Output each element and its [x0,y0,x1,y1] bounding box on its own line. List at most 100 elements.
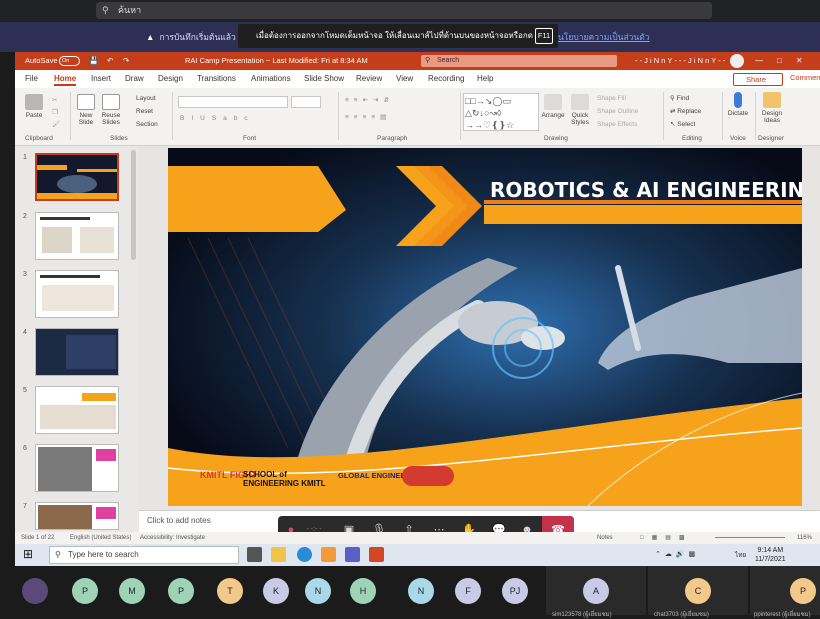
shape-outline-button[interactable]: Shape Outline [597,108,638,115]
user-name[interactable]: - - J i N n Y - - - J i N n Y - - [635,52,725,70]
current-slide[interactable]: ROBOTICS & AI ENGINEERING KMITL FIGHT SC… [168,148,802,506]
input-language[interactable]: ไทย [735,550,746,560]
participant-avatar[interactable]: T [217,578,243,604]
tab-help[interactable]: Help [477,74,493,83]
language-status[interactable]: English (United States) [70,532,131,544]
search-placeholder: ค้นหา [118,5,142,15]
document-title[interactable]: RAI Camp Presentation ~ Last Modified: F… [185,52,368,70]
zoom-slider[interactable] [715,537,785,538]
undo-icon[interactable]: ↶ [107,52,113,70]
share-button[interactable]: Share [733,73,783,86]
replace-button[interactable]: ⇄ Replace [670,107,701,115]
participant-avatar[interactable]: PJ [502,578,528,604]
participant-tile[interactable]: C chat3703 (ผู้เยี่ยมชม) [648,566,748,618]
new-slide-button[interactable]: New Slide [75,94,97,126]
shapes-gallery[interactable]: □□→↘◯▭ △↻↓○↝◊ →→♡❴❵☆ [463,93,539,131]
slide-thumbnail-6[interactable] [35,444,119,492]
ppt-search-box[interactable]: ⚲ Search [421,55,617,67]
tab-file[interactable]: File [25,74,38,83]
tab-design[interactable]: Design [158,74,183,83]
slide-thumbnail-5[interactable] [35,386,119,434]
participant-avatar-photo[interactable] [22,578,48,604]
tab-draw[interactable]: Draw [125,74,144,83]
cut-icon[interactable]: ✂ [52,96,57,104]
group-font: Font [243,135,257,142]
teams-icon[interactable] [345,547,360,562]
avatar[interactable] [730,54,744,68]
participant-tile[interactable]: A sim123578 (ผู้เยี่ยมชม) [546,566,646,618]
file-explorer-icon[interactable] [271,547,286,562]
powerpoint-icon[interactable] [369,547,384,562]
slide-thumbnail-3[interactable] [35,270,119,318]
group-drawing: Drawing [544,135,568,142]
windows-taskbar: ⊞ ⚲ Type here to search ⌃☁🔊▩ ไทย 9:14 AM… [15,544,820,566]
format-painter-icon[interactable]: 🖌 [52,120,60,128]
shape-fill-button[interactable]: Shape Fill [597,95,626,102]
reset-button[interactable]: Reset [136,108,153,115]
participant-avatar[interactable]: K [263,578,289,604]
tab-review[interactable]: Review [356,74,382,83]
share-label: Share [746,75,767,84]
tab-animations[interactable]: Animations [251,74,291,83]
tab-recording[interactable]: Recording [428,74,464,83]
thumbnails-scrollbar[interactable] [131,150,136,260]
app-icon[interactable] [321,547,336,562]
zoom-level[interactable]: 116% [797,532,812,544]
quick-styles-icon [571,94,589,110]
participant-avatar[interactable]: N [408,578,434,604]
window-controls[interactable]: —□✕ [755,52,817,70]
design-ideas-label: Design Ideas [761,110,783,124]
tab-insert[interactable]: Insert [91,74,111,83]
slide-thumbnail-7[interactable] [35,502,119,530]
reuse-slides-button[interactable]: Reuse Slides [100,94,122,126]
slide-number: 7 [23,503,27,510]
tab-view[interactable]: View [396,74,413,83]
edge-icon[interactable] [297,547,312,562]
find-button[interactable]: ⚲ Find [670,94,689,102]
copy-icon[interactable]: ❐ [52,108,58,116]
dictate-button[interactable]: Dictate [725,92,751,117]
participant-tile[interactable]: P ppinterest (ผู้เยี่ยมชม) [750,566,820,618]
view-buttons[interactable]: □▦▤▩ [640,532,693,544]
tab-transitions[interactable]: Transitions [197,74,236,83]
redo-icon[interactable]: ↷ [123,52,129,70]
align-buttons[interactable]: ≡≡≡≡▤ [345,113,391,121]
slide-thumbnail-2[interactable] [35,212,119,260]
participant-avatar[interactable]: H [350,578,376,604]
participant-avatar[interactable]: N [305,578,331,604]
layout-button[interactable]: Layout [136,95,156,102]
taskbar-clock[interactable]: 9:14 AM 11/7/2021 [755,546,786,564]
accessibility-status[interactable]: Accessibility: Investigate [140,532,205,544]
paste-button[interactable]: Paste [23,94,45,119]
participant-avatar[interactable]: P [72,578,98,604]
slide-thumbnail-4[interactable] [35,328,119,376]
participant-avatar[interactable]: P [168,578,194,604]
privacy-link[interactable]: นโยบายความเป็นส่วนตัว [558,22,650,52]
font-format-buttons[interactable]: BIUSabc [180,115,255,122]
shape-effects-button[interactable]: Shape Effects [597,121,637,128]
list-buttons[interactable]: ≡≡⇤⇥⇵ [345,96,394,104]
participant-avatar[interactable]: F [455,578,481,604]
notes-toggle[interactable]: Notes [597,532,613,544]
system-tray-icons[interactable]: ⌃☁🔊▩ [655,550,699,558]
windows-start-icon[interactable]: ⊞ [23,547,33,561]
arrange-button[interactable]: Arrange [541,94,565,119]
ribbon: Paste ✂ ❐ 🖌 Clipboard New Slide Reuse Sl… [15,88,820,146]
task-view-icon[interactable] [247,547,262,562]
design-ideas-button[interactable]: Design Ideas [758,92,786,124]
autosave-toggle[interactable]: On [59,56,80,66]
participant-name: sim123578 (ผู้เยี่ยมชม) [552,612,612,618]
tab-slide-show[interactable]: Slide Show [304,74,344,83]
font-size-select[interactable] [291,96,321,108]
meeting-search-input[interactable]: ⚲ ค้นหา [96,2,712,19]
participant-avatar[interactable]: M [119,578,145,604]
slide-thumbnail-1[interactable] [35,153,119,201]
select-button[interactable]: ↖ Select [670,120,695,128]
quick-styles-button[interactable]: Quick Styles [568,94,592,126]
comments-button[interactable]: Comments [790,73,820,82]
section-button[interactable]: Section [136,121,158,128]
font-family-select[interactable] [178,96,288,108]
save-icon[interactable]: 💾 [89,52,98,70]
taskbar-search-input[interactable]: ⚲ Type here to search [49,546,239,564]
tab-home[interactable]: Home [54,74,77,86]
